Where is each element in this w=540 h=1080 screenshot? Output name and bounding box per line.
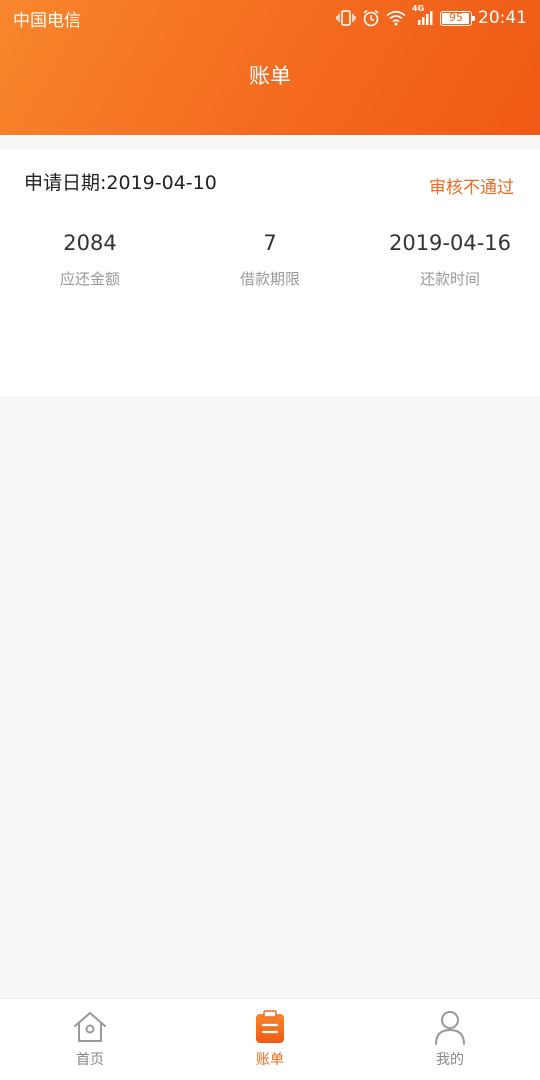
- tab-home[interactable]: 首页: [0, 999, 180, 1080]
- tab-mine-label: 我的: [436, 1052, 464, 1068]
- bill-icon: [252, 1009, 288, 1045]
- page-title: 账单: [249, 64, 291, 88]
- bottom-tab-bar: 首页 账单 我的: [0, 998, 540, 1080]
- apply-date: 申请日期:2019-04-10: [24, 172, 217, 194]
- header-bar: 中国电信 4G 95 20:41 账单: [0, 0, 540, 135]
- repay-date-value: 2019-04-16: [388, 231, 512, 255]
- repay-date-stat: 2019-04-16 还款时间: [360, 228, 540, 289]
- signal-icon: 4G: [412, 4, 434, 26]
- amount-due-label: 应还金额: [59, 270, 120, 288]
- bill-card[interactable]: 申请日期:2019-04-10 审核不通过 2084 应还金额 7 借款期限 2…: [0, 150, 540, 396]
- vibrate-icon: [336, 10, 356, 26]
- repay-date-label: 还款时间: [419, 270, 480, 288]
- battery-icon: 95: [440, 10, 475, 26]
- battery-level: 95: [449, 10, 463, 24]
- loan-term-value: 7: [263, 231, 277, 255]
- amount-due-value: 2084: [63, 231, 117, 255]
- amount-due-stat: 2084 应还金额: [0, 228, 180, 289]
- network-type-label: 4G: [412, 4, 425, 13]
- tab-bill-label: 账单: [256, 1052, 284, 1068]
- wifi-icon: [386, 10, 406, 26]
- status-badge: 审核不通过: [429, 178, 514, 198]
- bill-stats: 2084 应还金额 7 借款期限 2019-04-16 还款时间: [0, 228, 540, 289]
- loan-term-label: 借款期限: [239, 270, 300, 288]
- clock-label: 20:41: [478, 8, 527, 28]
- home-icon: [72, 1009, 108, 1045]
- alarm-icon: [362, 9, 380, 27]
- carrier-label: 中国电信: [13, 10, 81, 31]
- loan-term-stat: 7 借款期限: [180, 228, 360, 289]
- tab-mine[interactable]: 我的: [360, 999, 540, 1080]
- tab-home-label: 首页: [76, 1052, 104, 1068]
- user-icon: [432, 1009, 468, 1045]
- status-icons: 4G 95 20:41: [336, 4, 527, 28]
- tab-bill[interactable]: 账单: [180, 999, 360, 1080]
- status-bar: 中国电信 4G 95 20:41: [0, 0, 540, 36]
